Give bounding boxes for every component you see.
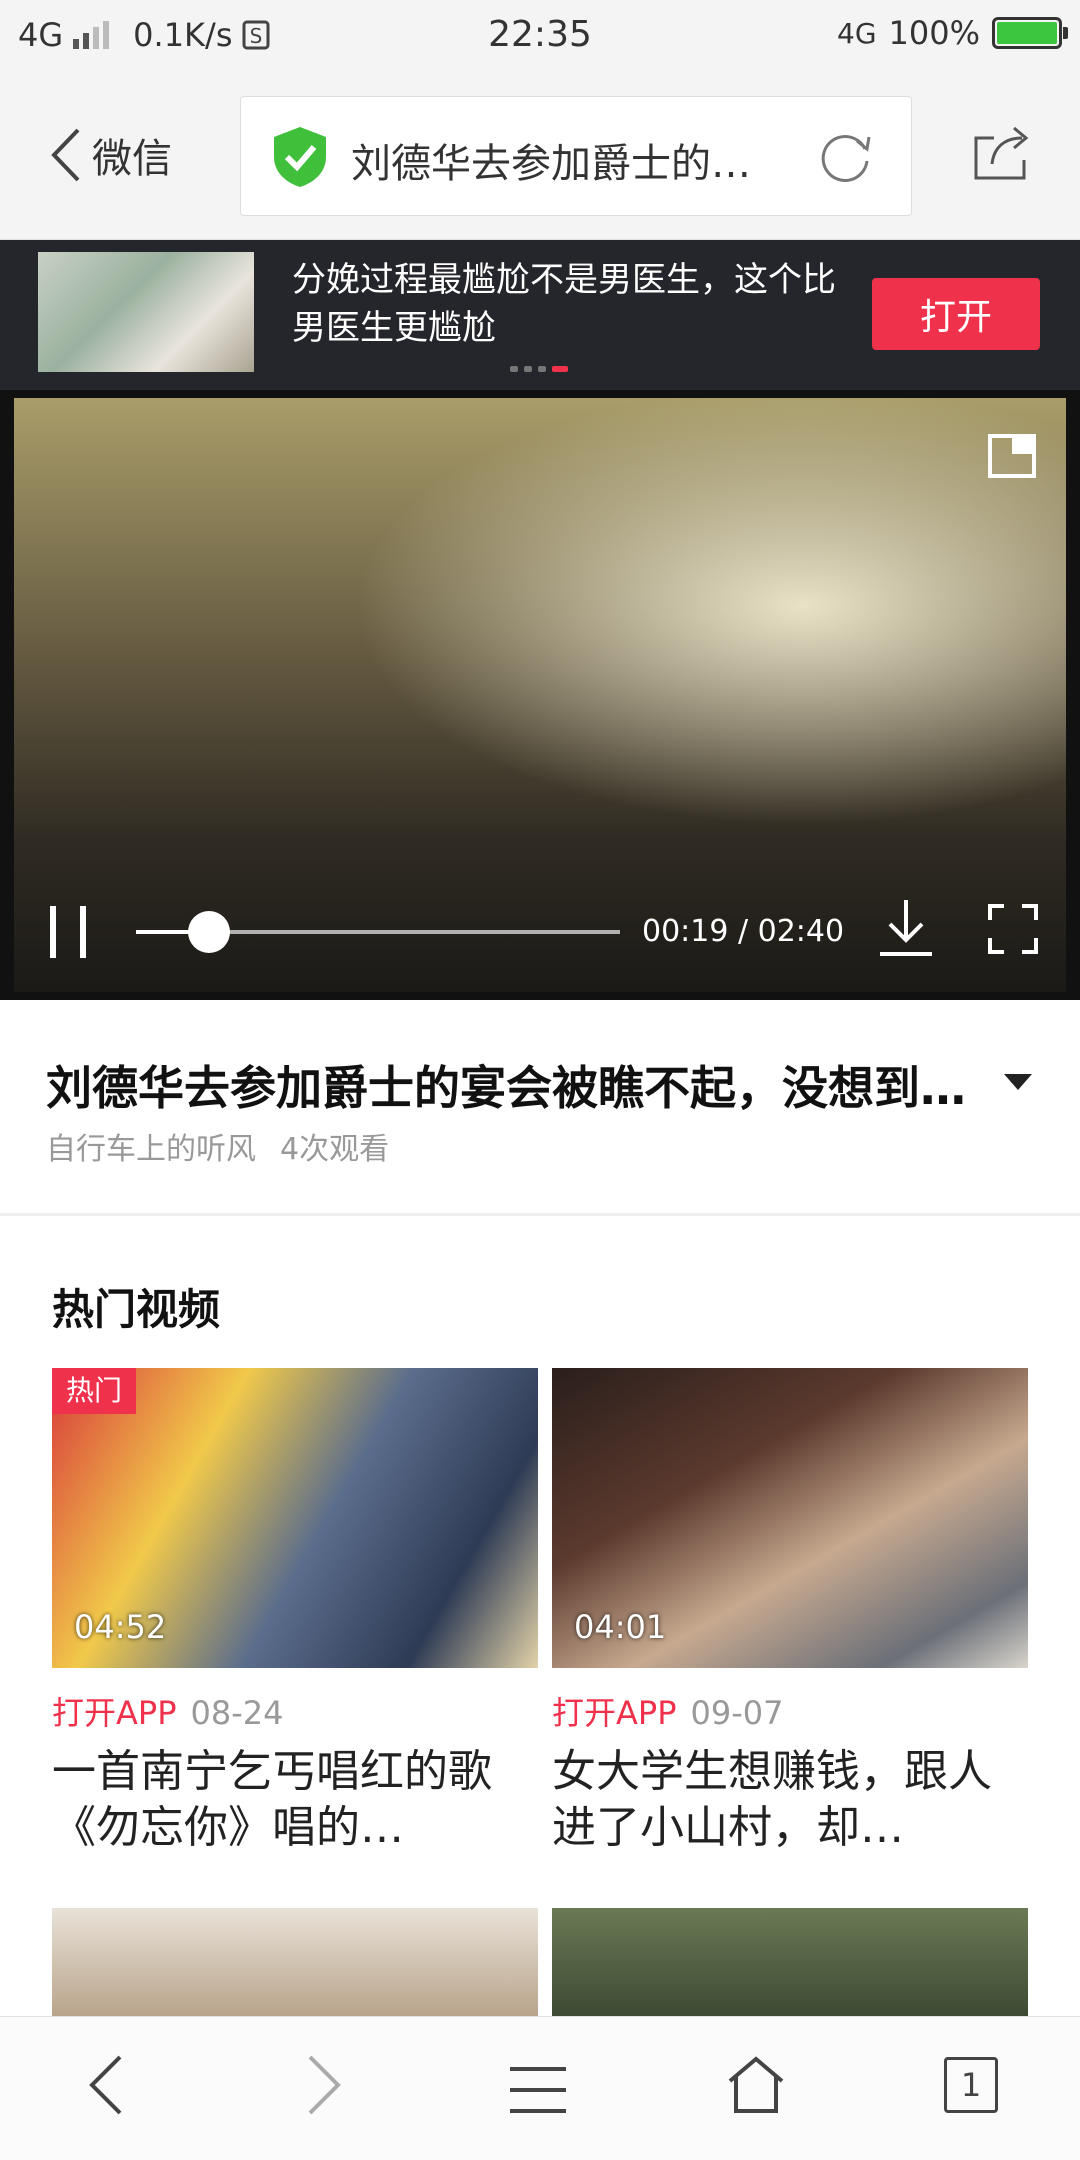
browser-bottom-bar: 1: [0, 2016, 1080, 2160]
arrow-left-icon[interactable]: [86, 2053, 126, 2117]
card-date: 08-24: [190, 1694, 284, 1732]
video-thumbnail[interactable]: 04:01: [552, 1368, 1028, 1668]
arrow-right-icon[interactable]: [304, 2053, 344, 2117]
browser-nav-bar: 微信 刘德华去参加爵士的宴会被瞧不起，没想到…: [0, 72, 1080, 240]
open-app-link[interactable]: 打开APP: [552, 1694, 677, 1732]
video-thumbnail-partial[interactable]: [552, 1908, 1028, 2016]
card-meta: 打开APP 09-07: [552, 1688, 1028, 1734]
video-card[interactable]: 热门 04:52 打开APP 08-24 一首南宁乞丐唱红的歌《勿忘你》唱的…: [52, 1368, 538, 1856]
home-icon[interactable]: [726, 2055, 786, 2115]
fullscreen-icon[interactable]: [988, 904, 1038, 954]
battery-icon: [992, 17, 1068, 49]
address-bar[interactable]: 刘德华去参加爵士的宴会被瞧不起，没想到…: [240, 96, 912, 216]
menu-icon[interactable]: [508, 2065, 568, 2115]
status-right: 4G 100%: [837, 14, 1068, 52]
progress-knob[interactable]: [187, 911, 230, 953]
video-thumbnail-partial[interactable]: [52, 1908, 538, 2016]
card-date: 09-07: [690, 1694, 784, 1732]
hot-badge: 热门: [52, 1368, 137, 1414]
card-title[interactable]: 一首南宁乞丐唱红的歌《勿忘你》唱的…: [52, 1744, 538, 1856]
video-meta: 自行车上的听风 4次观看: [46, 1124, 389, 1168]
page-title: 刘德华去参加爵士的宴会被瞧不起，没想到…: [351, 141, 771, 187]
card-meta: 打开APP 08-24: [52, 1688, 538, 1734]
chevron-left-icon: [51, 128, 80, 182]
share-icon[interactable]: [970, 124, 1032, 182]
video-author[interactable]: 自行车上的听风: [46, 1132, 256, 1167]
refresh-icon[interactable]: [817, 127, 875, 185]
network-type-right: 4G: [837, 16, 877, 50]
pip-icon[interactable]: [988, 434, 1036, 478]
progress-bar[interactable]: [136, 911, 620, 953]
open-app-link[interactable]: 打开APP: [52, 1694, 177, 1732]
video-duration: 04:52: [74, 1608, 167, 1646]
ad-banner[interactable]: 分娩过程最尴尬不是男医生，这个比男医生更尴尬 打开: [0, 240, 1080, 390]
video-duration: 04:01: [574, 1608, 667, 1646]
shield-check-icon: [274, 127, 326, 187]
video-title: 刘德华去参加爵士的宴会被瞧不起，没想到…: [46, 1061, 966, 1115]
ad-open-button[interactable]: 打开: [872, 278, 1040, 350]
hot-videos-heading: 热门视频: [52, 1285, 221, 1334]
ad-text: 分娩过程最尴尬不是男医生，这个比男医生更尴尬: [292, 260, 836, 348]
status-bar: 4G 0.1K/s S 22:35 4G 100%: [0, 0, 1080, 72]
ad-thumbnail: [38, 252, 254, 372]
video-player[interactable]: 00:19 / 02:40: [0, 390, 1080, 1000]
back-to-wechat-button[interactable]: 微信: [48, 126, 172, 184]
video-card[interactable]: 04:01 打开APP 09-07 女大学生想赚钱，跟人进了小山村，却…: [552, 1368, 1028, 1856]
ad-pager-dots: [510, 366, 568, 372]
battery-level: 100%: [888, 14, 980, 52]
tabs-icon[interactable]: 1: [944, 2057, 998, 2113]
time-display: 00:19 / 02:40: [642, 914, 845, 949]
card-title[interactable]: 女大学生想赚钱，跟人进了小山村，却…: [552, 1744, 1028, 1856]
video-views: 4次观看: [280, 1132, 390, 1167]
expand-caret-icon[interactable]: [1004, 1074, 1032, 1090]
download-icon[interactable]: [878, 896, 934, 958]
pause-icon[interactable]: [50, 906, 86, 958]
video-info: 刘德华去参加爵士的宴会被瞧不起，没想到… 自行车上的听风 4次观看: [0, 1000, 1080, 1216]
back-label: 微信: [92, 136, 172, 182]
video-thumbnail[interactable]: 热门 04:52: [52, 1368, 538, 1668]
